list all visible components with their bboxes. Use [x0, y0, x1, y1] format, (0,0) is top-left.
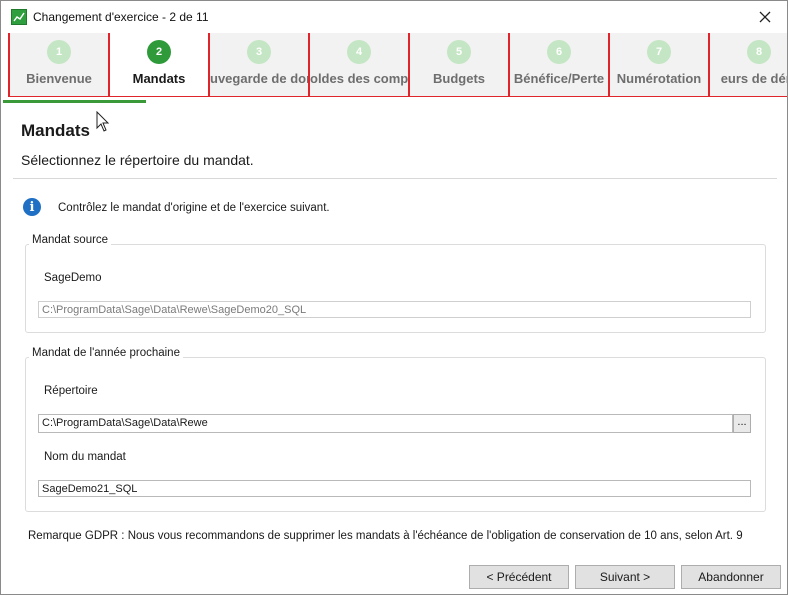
source-mandate-name: SageDemo [44, 272, 102, 284]
step-soldes[interactable]: 4 oldes des compt [308, 33, 408, 97]
step-label: Bienvenue [26, 71, 92, 86]
close-button[interactable] [743, 1, 787, 33]
step-number: 4 [347, 40, 371, 64]
title-bar: Changement d'exercice - 2 de 11 [1, 1, 787, 33]
step-number: 8 [747, 40, 771, 64]
step-number: 1 [47, 40, 71, 64]
step-number: 2 [147, 40, 171, 64]
mandate-name-label: Nom du mandat [44, 451, 126, 463]
source-path-field: C:\ProgramData\Sage\Data\Rewe\SageDemo20… [38, 301, 751, 318]
page-subtitle: Sélectionnez le répertoire du mandat. [21, 152, 254, 168]
previous-button[interactable]: < Précédent [469, 565, 569, 589]
cancel-button[interactable]: Abandonner [681, 565, 781, 589]
source-mandate-group [25, 244, 766, 333]
next-mandate-legend: Mandat de l'année prochaine [29, 347, 183, 359]
step-number: 7 [647, 40, 671, 64]
step-number: 6 [547, 40, 571, 64]
step-mandats[interactable]: 2 Mandats [108, 33, 208, 97]
next-button[interactable]: Suivant > [575, 565, 675, 589]
close-icon [759, 11, 771, 23]
mandate-name-field[interactable]: SageDemo21_SQL [38, 480, 751, 497]
wizard-window: Changement d'exercice - 2 de 11 1 Bienve… [0, 0, 788, 595]
step-label: Budgets [433, 71, 485, 86]
step-label: Mandats [132, 71, 186, 86]
step-number: 3 [247, 40, 271, 64]
step-benefice-perte[interactable]: 6 Bénéfice/Perte [508, 33, 608, 97]
step-number: 5 [447, 40, 471, 64]
directory-label: Répertoire [44, 385, 98, 397]
step-label: eurs de dém [720, 71, 787, 86]
header-divider [13, 178, 777, 179]
browse-button[interactable]: ... [733, 414, 751, 433]
step-label: uvegarde de donn [210, 71, 308, 86]
app-chart-icon [11, 9, 27, 25]
step-bienvenue[interactable]: 1 Bienvenue [8, 33, 108, 97]
step-label: Numérotation [616, 71, 702, 86]
progress-indicator [3, 100, 146, 103]
gdpr-remark: Remarque GDPR : Nous vous recommandons d… [28, 530, 743, 542]
info-icon: i [23, 198, 41, 216]
directory-field[interactable]: C:\ProgramData\Sage\Data\Rewe [38, 414, 733, 433]
step-budgets[interactable]: 5 Budgets [408, 33, 508, 97]
step-valeurs-demarrage[interactable]: 8 eurs de dém [708, 33, 787, 97]
wizard-steps: 1 Bienvenue 2 Mandats 3 uvegarde de donn… [8, 33, 787, 97]
source-mandate-legend: Mandat source [29, 234, 112, 246]
step-numerotation[interactable]: 7 Numérotation [608, 33, 708, 97]
step-label: Bénéfice/Perte [513, 71, 605, 86]
window-title: Changement d'exercice - 2 de 11 [33, 10, 209, 24]
info-message: Contrôlez le mandat d'origine et de l'ex… [58, 202, 330, 214]
step-label: oldes des compt [310, 71, 408, 86]
step-sauvegarde[interactable]: 3 uvegarde de donn [208, 33, 308, 97]
page-title: Mandats [21, 121, 90, 140]
mouse-pointer-icon [96, 111, 110, 132]
